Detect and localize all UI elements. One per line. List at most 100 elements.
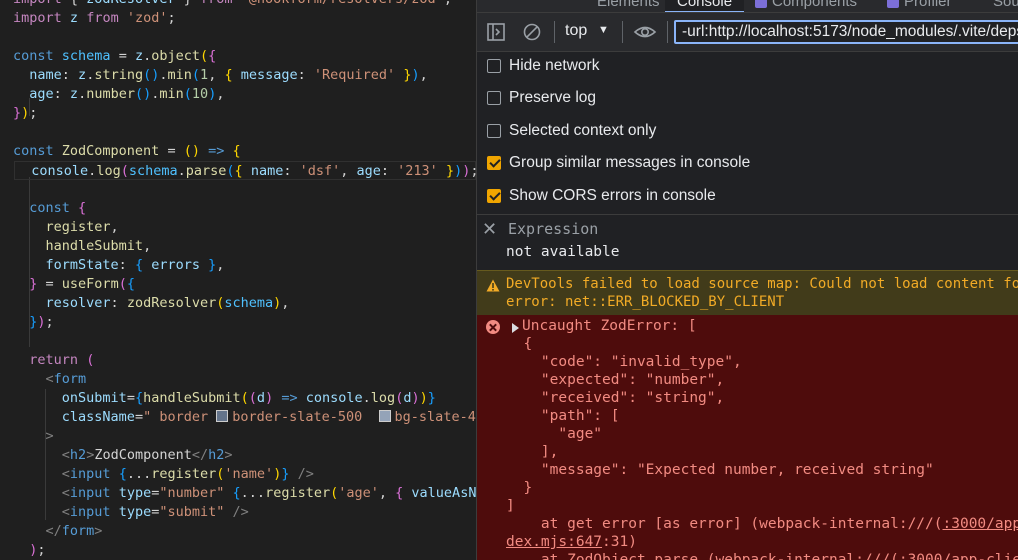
code-token: }	[13, 105, 22, 121]
code-token: handleSubmit	[45, 238, 144, 254]
code-line[interactable]: resolver: zodResolver(schema),	[13, 294, 290, 313]
code-token: register	[265, 485, 331, 501]
code-token: from	[200, 0, 233, 7]
code-line[interactable]: });	[13, 104, 37, 123]
error-stack-frame: at ZodObject.parse (webpack-internal:///…	[540, 552, 1018, 560]
setting-hide-network[interactable]: Hide network	[487, 55, 599, 77]
code-line[interactable]: handleSubmit,	[13, 237, 152, 256]
tab-profiler[interactable]: Profiler	[887, 0, 952, 10]
checkbox[interactable]	[487, 124, 501, 138]
code-token: message	[240, 67, 298, 83]
tab-components[interactable]: Components	[755, 0, 857, 10]
code-line[interactable]: <h2>ZodComponent</h2>	[13, 446, 233, 465]
stack-frame-text: at get error [as error] (webpack-interna…	[506, 516, 943, 532]
sidebar-toggle-icon[interactable]	[486, 22, 506, 42]
code-token: ...	[240, 485, 266, 501]
setting-show-cors-errors-in-console[interactable]: Show CORS errors in console	[487, 185, 716, 207]
color-swatch[interactable]	[378, 410, 391, 422]
code-line[interactable]: import { zodResolver } from '@hookform/r…	[13, 0, 452, 9]
stack-frame-link[interactable]: :3000/app-client)/./node_modules/zod/lib…	[943, 516, 1018, 532]
code-line[interactable]: <input {...register('name')} />	[13, 465, 314, 484]
setting-preserve-log[interactable]: Preserve log	[487, 87, 596, 109]
code-line[interactable]: const {	[13, 199, 86, 218]
code-token: (	[86, 352, 95, 368]
code-editor[interactable]: import { zodResolver } from '@hookform/r…	[0, 0, 476, 560]
code-token: (	[200, 48, 209, 64]
stack-frame-link[interactable]: dex.mjs:647	[506, 534, 602, 550]
console-error-message: Uncaught ZodError: [ { "code": "invalid_…	[477, 315, 1018, 560]
code-line[interactable]: const ZodComponent = () => {	[13, 142, 241, 161]
code-line[interactable]: <input type="number" {...register('age',…	[13, 484, 476, 503]
context-select[interactable]: top	[565, 22, 587, 40]
console-filter-input[interactable]	[674, 20, 1018, 44]
code-token: h2	[69, 447, 87, 463]
code-line[interactable]: >	[13, 427, 54, 446]
code-line[interactable]: name: z.string().min(1, { message: 'Requ…	[13, 66, 427, 85]
code-token: register	[151, 466, 217, 482]
expand-triangle-icon[interactable]	[512, 323, 519, 333]
clear-console-icon[interactable]	[522, 22, 542, 42]
checkbox-checked[interactable]	[487, 156, 501, 170]
error-body-line: "age"	[506, 426, 603, 442]
toolbar-separator	[622, 21, 623, 43]
code-token: }	[427, 390, 436, 406]
code-token: ,	[208, 67, 225, 83]
error-stack-frame: at get error [as error] (webpack-interna…	[506, 516, 1018, 532]
checkbox[interactable]	[487, 59, 501, 73]
code-token: input	[69, 485, 111, 501]
code-token: useForm	[61, 276, 119, 292]
setting-selected-context-only[interactable]: Selected context only	[487, 120, 656, 142]
checkbox[interactable]	[487, 91, 501, 105]
error-header[interactable]: Uncaught ZodError: [	[522, 318, 697, 334]
code-line[interactable]: age: z.number().min(10),	[13, 85, 224, 104]
code-token: type	[118, 504, 152, 520]
devtools-tab-bar: Elements Console Components Profiler Sou…	[477, 0, 1018, 13]
code-token: }	[176, 0, 200, 7]
setting-label: Show CORS errors in console	[509, 187, 716, 204]
code-token: onSubmit	[61, 390, 127, 406]
warning-text-line: DevTools failed to load source map: Coul…	[506, 276, 1018, 292]
code-line[interactable]: <input type="submit" />	[13, 503, 249, 522]
code-line[interactable]: const schema = z.object({	[13, 47, 216, 66]
code-line[interactable]: import z from 'zod';	[13, 9, 176, 28]
code-token: " border	[143, 409, 217, 425]
code-line[interactable]: className=" border border-slate-500 bg-s…	[13, 408, 476, 427]
tab-console[interactable]: Console	[665, 0, 745, 12]
setting-group-similar-messages-in-console[interactable]: Group similar messages in console	[487, 152, 750, 174]
code-line[interactable]: } = useForm({	[13, 275, 135, 294]
checkbox-checked[interactable]	[487, 189, 501, 203]
live-expression-label[interactable]: Expression	[508, 220, 598, 238]
code-token: min	[167, 67, 192, 83]
chevron-down-icon[interactable]: ▼	[598, 24, 609, 36]
code-line[interactable]: formState: { errors },	[13, 256, 225, 275]
error-stack-frame: dex.mjs:647:31)	[506, 534, 637, 550]
code-line-current[interactable]: console.log(schema.parse({ name: 'dsf', …	[14, 161, 476, 180]
close-icon[interactable]: ✕	[482, 219, 497, 240]
code-line[interactable]: });	[13, 313, 53, 332]
code-line[interactable]: </form>	[13, 522, 103, 541]
code-token: ZodComponent	[61, 143, 160, 159]
code-line[interactable]: return (	[13, 351, 94, 370]
code-line[interactable]: onSubmit={handleSubmit((d) => console.lo…	[13, 389, 436, 408]
code-line[interactable]: register,	[13, 218, 119, 237]
tab-elements[interactable]: Elements	[597, 0, 660, 10]
console-warning-message: DevTools failed to load source map: Coul…	[477, 270, 1018, 316]
code-token: 1	[200, 67, 209, 83]
code-token: console	[305, 390, 363, 406]
live-expression-eye-icon[interactable]	[633, 22, 657, 42]
code-line[interactable]: );	[13, 541, 45, 560]
code-token: input	[69, 466, 111, 482]
error-body-line: "message": "Expected number, received st…	[506, 462, 934, 478]
color-swatch[interactable]	[216, 410, 229, 422]
code-token: =	[159, 143, 184, 159]
code-token: formState	[45, 257, 119, 273]
tab-sources[interactable]: Sources	[993, 0, 1018, 10]
code-line[interactable]: <form	[13, 370, 87, 389]
